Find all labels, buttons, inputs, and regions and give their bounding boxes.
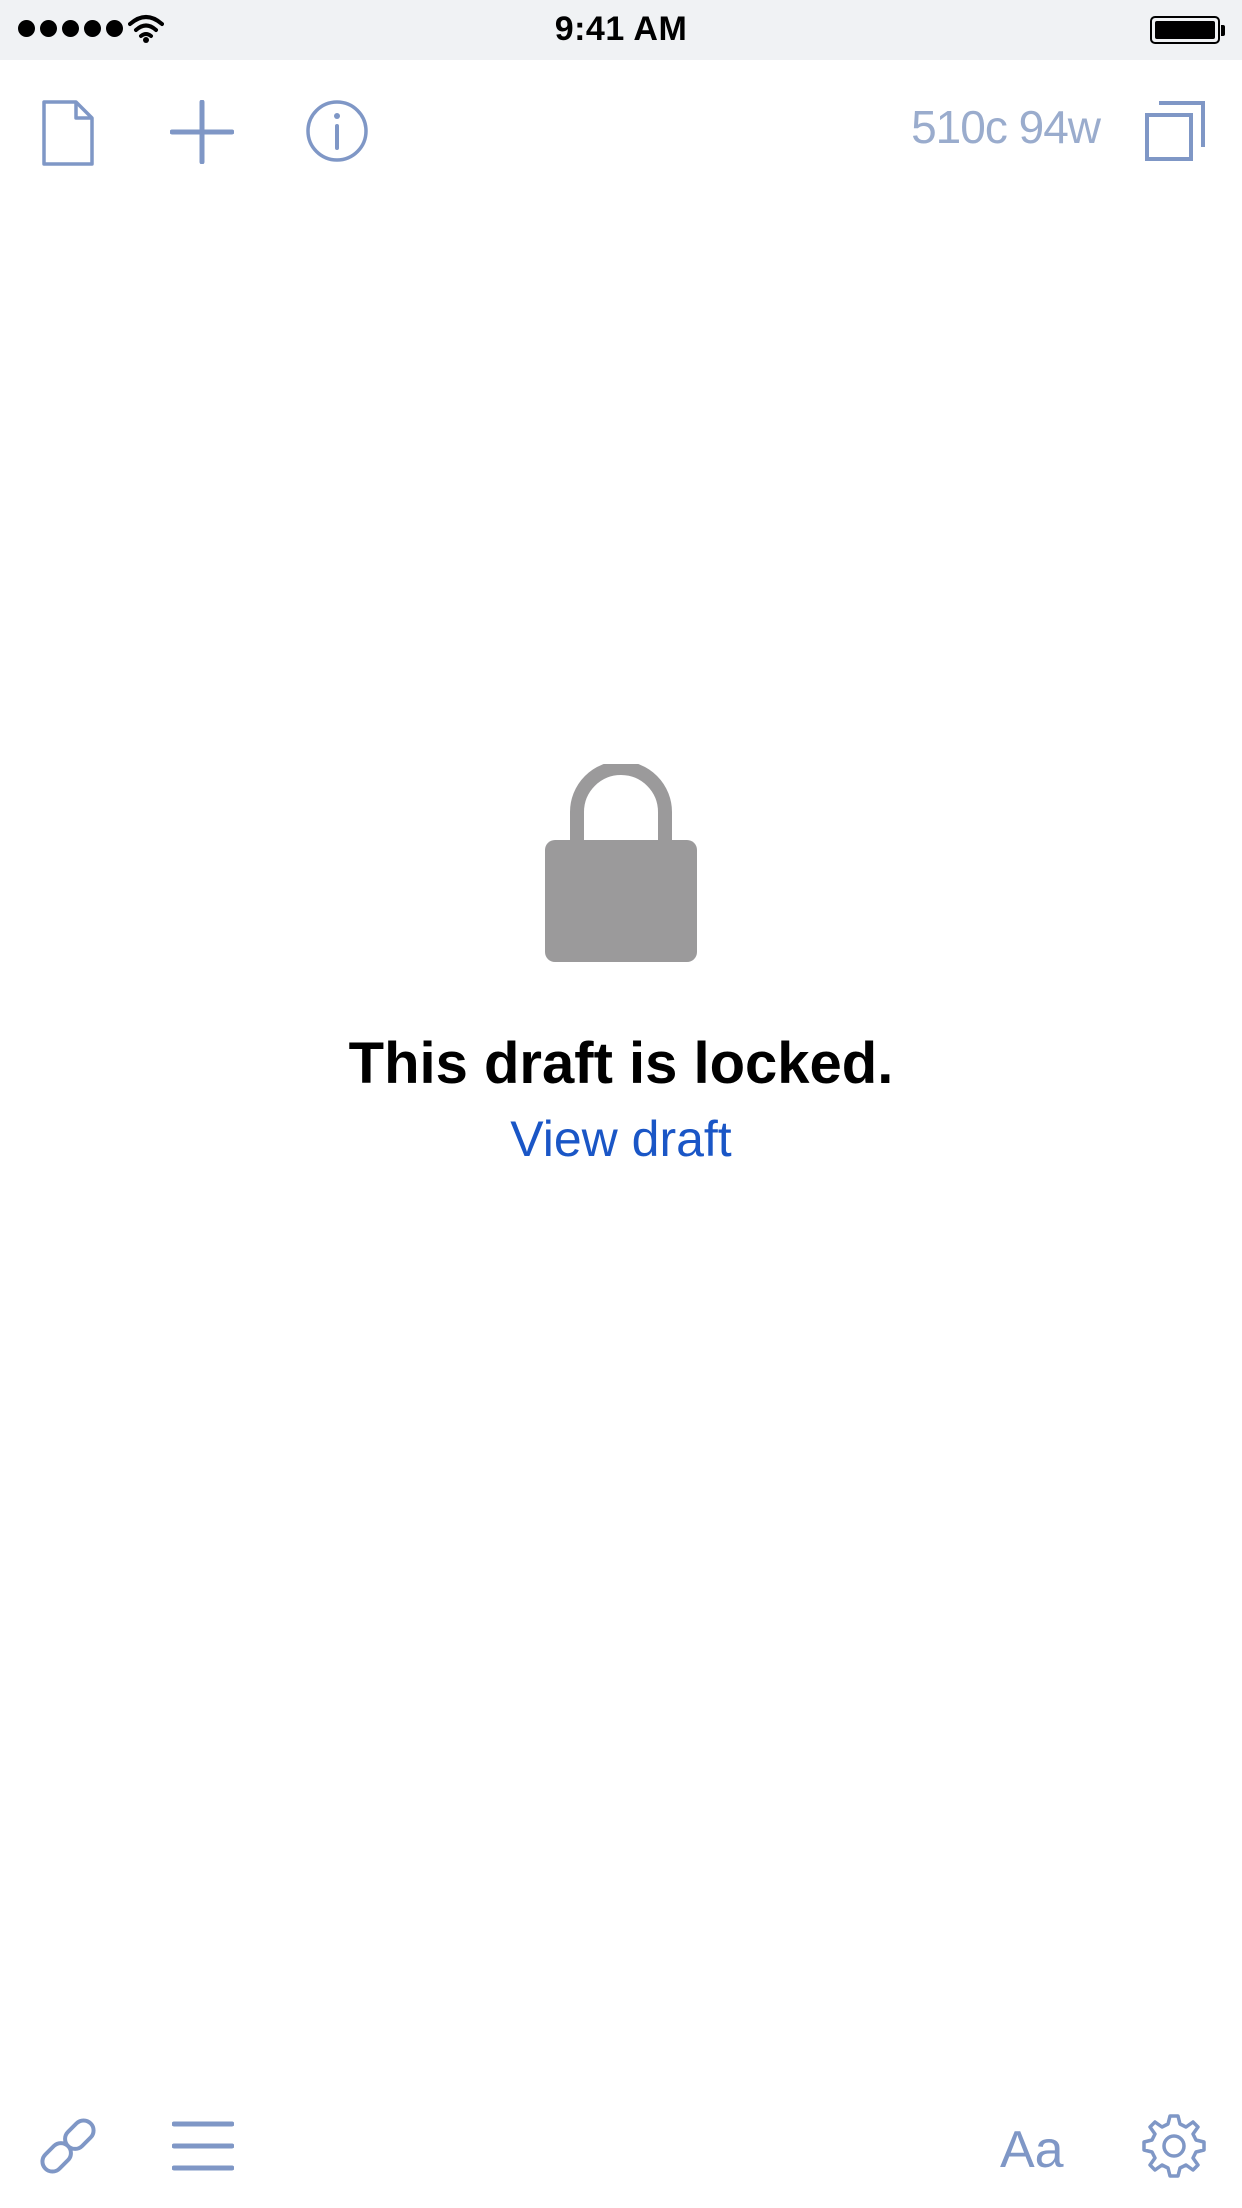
expand-icon[interactable] bbox=[1144, 100, 1206, 162]
battery-cap bbox=[1221, 25, 1225, 36]
menu-icon[interactable] bbox=[172, 2120, 234, 2172]
status-time: 9:41 AM bbox=[554, 10, 688, 48]
lock-icon bbox=[545, 764, 697, 962]
status-bar: 9:41 AM bbox=[0, 0, 1242, 60]
plus-icon[interactable] bbox=[170, 100, 234, 164]
battery-icon bbox=[1150, 16, 1220, 44]
view-draft-link[interactable]: View draft bbox=[0, 1110, 1242, 1168]
document-icon[interactable] bbox=[40, 98, 96, 168]
locked-message: This draft is locked. bbox=[348, 1031, 894, 1096]
link-icon[interactable] bbox=[32, 2110, 104, 2182]
font-settings-button[interactable]: Aa bbox=[1000, 2120, 1064, 2180]
gear-icon[interactable] bbox=[1140, 2112, 1208, 2180]
character-word-count[interactable]: 510c 94w bbox=[860, 100, 1101, 154]
info-icon[interactable] bbox=[304, 98, 370, 164]
